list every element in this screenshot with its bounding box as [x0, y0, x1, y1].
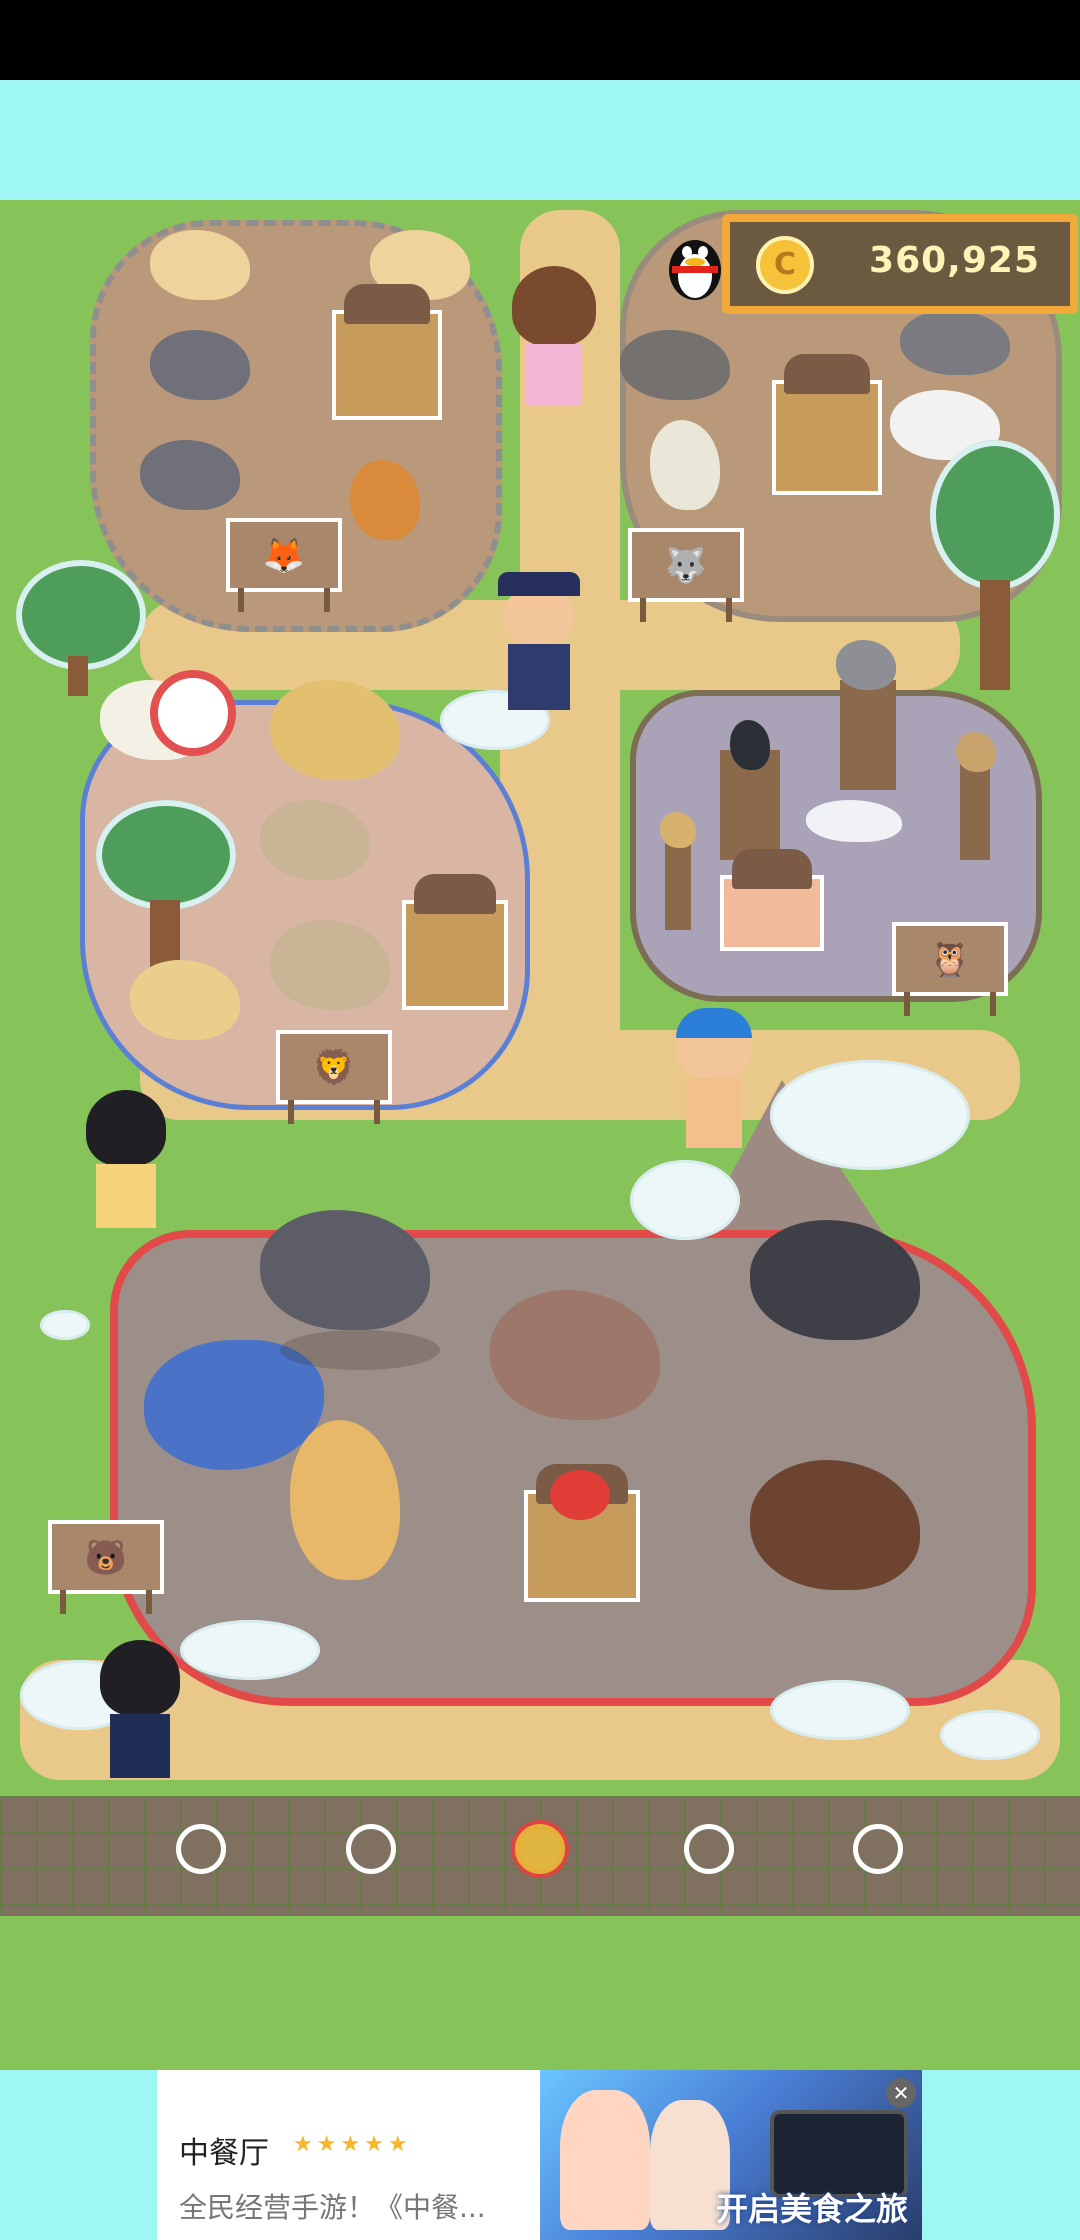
tree-trunk	[980, 580, 1010, 690]
lion-animal[interactable]	[270, 680, 400, 780]
snow-pile	[940, 1710, 1040, 1760]
snow-pile	[180, 1620, 320, 1680]
snow-pile	[630, 1160, 740, 1240]
ad-image-caption: 开启美食之旅	[715, 2190, 908, 2228]
coin-icon: C	[756, 236, 814, 294]
perch-post	[665, 840, 691, 930]
food-feeder[interactable]	[402, 874, 508, 1010]
perch-post	[840, 680, 896, 790]
tree	[96, 800, 236, 910]
ad-banner[interactable]: 中餐厅 ★★★★★ 全民经营手游！《中餐... 开启美食之旅 ✕	[157, 2070, 922, 2240]
page-dot-4[interactable]	[684, 1824, 734, 1874]
snow-pile	[40, 1310, 90, 1340]
visitor-body	[96, 1164, 156, 1228]
ad-image[interactable]: 开启美食之旅	[540, 2070, 922, 2240]
bear-animal[interactable]	[260, 1210, 430, 1330]
status-bar	[0, 0, 1080, 80]
page-dot-3[interactable]	[515, 1824, 565, 1874]
enclosure-sign-wolf[interactable]: 🐺	[628, 528, 744, 622]
zookeeper-body	[508, 644, 570, 710]
food-feeder[interactable]	[720, 849, 824, 951]
tree	[16, 560, 146, 670]
enclosure-sign-owl[interactable]: 🦉	[892, 922, 1008, 1016]
visitor-boy[interactable]	[676, 1008, 752, 1148]
tree	[930, 440, 1060, 590]
zookeeper[interactable]	[494, 572, 584, 712]
page-dot-1[interactable]	[176, 1824, 226, 1874]
visitor-child[interactable]	[82, 1090, 172, 1230]
owl-animal[interactable]	[660, 812, 696, 848]
visitor-student[interactable]	[96, 1640, 186, 1780]
bear-sign-icon: 🐻	[84, 1538, 128, 1578]
visitor-body	[686, 1078, 742, 1148]
visitor-girl[interactable]	[512, 266, 596, 406]
snow-pile	[770, 1680, 910, 1740]
visitor-cap	[676, 1008, 752, 1038]
visitor-body	[526, 344, 582, 406]
visitor-body	[110, 1714, 170, 1778]
food-feeder[interactable]	[772, 354, 882, 495]
food-feeder[interactable]	[332, 284, 442, 420]
shadow	[280, 1330, 440, 1370]
ad-character	[560, 2090, 650, 2230]
coin-amount: 360,925	[869, 240, 1040, 281]
visitor-hair	[512, 266, 596, 346]
heart-bubble-icon[interactable]	[150, 670, 236, 756]
fox-sign-icon: 🦊	[262, 536, 306, 576]
ad-rating-stars: ★★★★★	[293, 2132, 412, 2157]
enclosure-sign-lion[interactable]: 🦁	[276, 1030, 392, 1124]
lion-sign-icon: 🦁	[312, 1048, 356, 1088]
coin-counter[interactable]: C 360,925	[722, 214, 1078, 314]
enclosure-sign-bear[interactable]: 🐻	[48, 1520, 164, 1614]
zookeeper-cap	[498, 572, 580, 596]
ad-description: 全民经营手游！《中餐...	[179, 2191, 486, 2224]
sky-band	[0, 80, 1080, 200]
owl-sign-icon: 🦉	[928, 940, 972, 980]
close-icon[interactable]: ✕	[886, 2078, 916, 2108]
tree-trunk	[68, 656, 88, 696]
visitor-hair	[100, 1640, 180, 1716]
owl-animal[interactable]	[806, 800, 902, 842]
page-dot-2[interactable]	[346, 1824, 396, 1874]
visitor-hair	[86, 1090, 166, 1166]
zoo-map[interactable]: 🦊 🐺 🦁 🦉 🐻	[0, 200, 1080, 2070]
qq-penguin-icon[interactable]	[666, 232, 724, 302]
perch-post	[960, 760, 990, 860]
ad-title: 中餐厅	[179, 2136, 269, 2171]
enclosure-sign-fox[interactable]: 🦊	[226, 518, 342, 612]
wolf-sign-icon: 🐺	[664, 546, 708, 586]
snow-cap	[770, 1060, 970, 1170]
page-dot-5[interactable]	[853, 1824, 903, 1874]
owl-animal[interactable]	[956, 732, 996, 772]
apple-icon	[550, 1470, 610, 1520]
